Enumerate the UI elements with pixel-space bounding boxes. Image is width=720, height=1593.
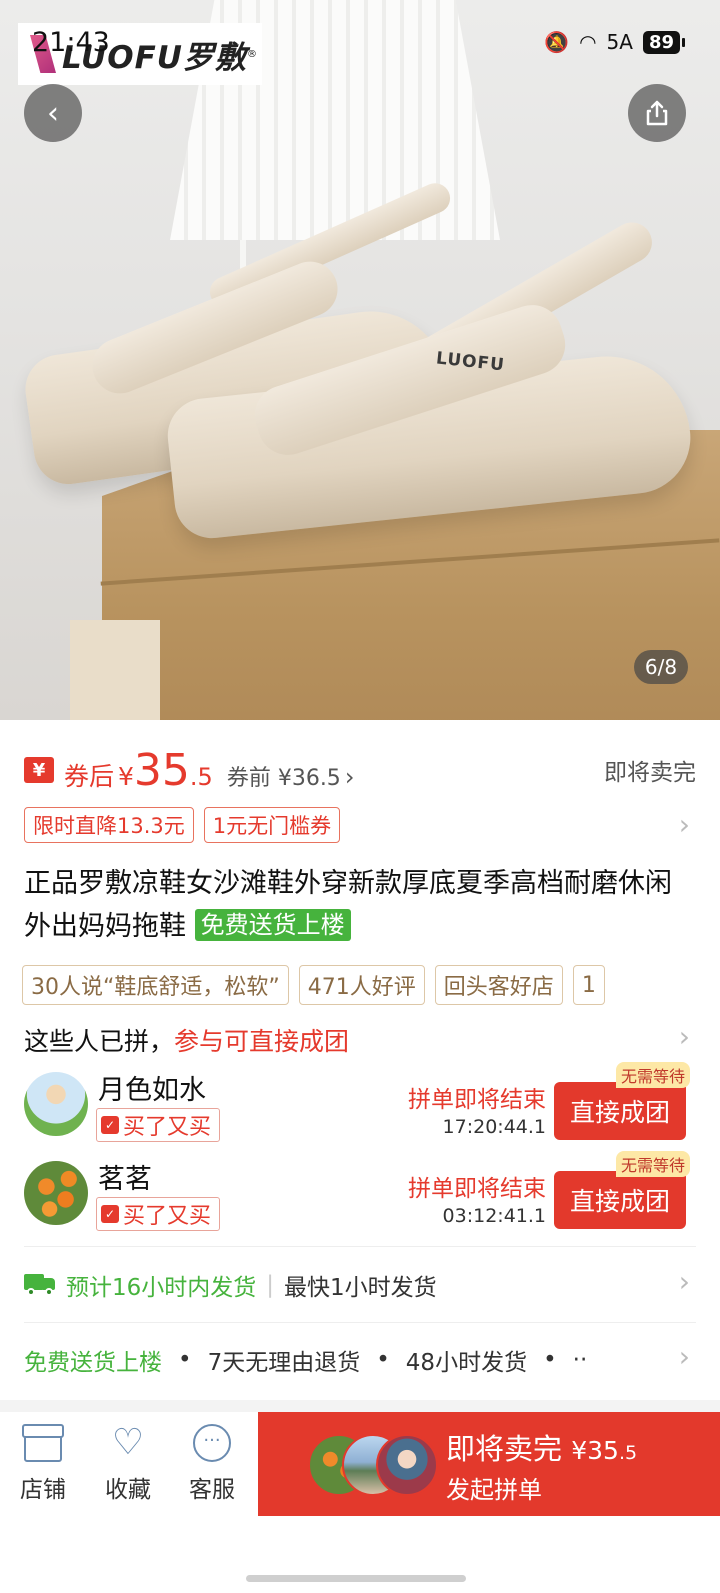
separator-dot: • [178,1347,192,1373]
avatar [24,1161,88,1225]
separator-dot: • [543,1347,557,1373]
join-group-button[interactable]: 直接成团 [554,1082,686,1140]
group-buy-heading-text: 这些人已拼， [24,1027,175,1056]
separator: | [266,1272,275,1298]
services-row[interactable]: 免费送货上楼 • 7天无理由退货 • 48小时发货 • ·· › [24,1338,696,1382]
box-corner [70,620,160,720]
rebuy-badge: ✓ 买了又买 [96,1197,221,1231]
group-member-row: 月色如水 ✓ 买了又买 拼单即将结束 17:20:44.1 直接成团 无需等待 [24,1062,696,1148]
divider [24,1246,696,1247]
start-group-buy-button[interactable]: 即将卖完 ¥35.5 发起拼单 [258,1412,720,1516]
buy-button-sub: 发起拼单 [446,1476,542,1504]
status-time: 21:43 [32,27,110,58]
favorite-button[interactable]: ♡ 收藏 [93,1424,163,1504]
share-icon [646,100,668,126]
favorite-label: 收藏 [105,1477,151,1503]
chevron-right-icon: › [678,1340,690,1373]
buy-button-main: 即将卖完 ¥35.5 [446,1426,637,1468]
image-counter: 6/8 [634,650,688,684]
review-tag[interactable]: 回头客好店 [434,965,563,1005]
back-arrow-icon: ‹ [47,95,59,131]
free-delivery-tag: 免费送货上楼 [194,909,351,941]
chevron-right-icon: › [678,808,690,841]
product-image[interactable]: LUOFU LUOFU罗敷 ® 21:43 🔕 ◠ 5A 89 ‹ 6/8 [0,0,720,720]
group-ending-label: 拼单即将结束 [408,1087,546,1113]
buy-price: ¥35 [571,1436,619,1465]
chevron-right-icon: › [344,763,355,791]
promo-row[interactable]: 限时直降13.3元 1元无门槛券 › [24,806,696,844]
divider [24,1322,696,1323]
price-decimal: .5 [189,763,213,791]
chat-icon: ··· [193,1424,231,1462]
shipping-fastest: 最快1小时发货 [284,1275,437,1301]
shop-icon [22,1424,64,1462]
back-button[interactable]: ‹ [24,84,82,142]
price-row: ¥ 券后 ¥ 35 .5 券前 ¥36.5 › 即将卖完 [24,745,696,796]
rebuy-label: 买了又买 [123,1204,212,1229]
group-timer: 03:12:41.1 [442,1205,546,1227]
no-wait-tag: 无需等待 [615,1062,690,1088]
promo-tag-coupon[interactable]: 1元无门槛券 [203,807,341,843]
truck-icon [24,1274,56,1296]
member-name: 月色如水 [98,1075,206,1106]
before-coupon-price[interactable]: 券前 ¥36.5 [227,760,341,792]
group-ending-label: 拼单即将结束 [408,1176,546,1202]
coupon-icon: ¥ [24,757,54,783]
shipping-row[interactable]: 预计16小时内发货 | 最快1小时发货 › [24,1263,696,1307]
review-tag[interactable]: 30人说“鞋底舒适，松软” [22,965,289,1005]
network-label: 5A [606,30,633,54]
buy-price-decimal: .5 [618,1442,638,1464]
shop-label: 店铺 [20,1477,66,1503]
group-member-row: 茗茗 ✓ 买了又买 拼单即将结束 03:12:41.1 直接成团 无需等待 [24,1151,696,1237]
status-icons: 🔕 ◠ 5A 89 [544,30,686,54]
group-buy-join-link: 参与可直接成团 [174,1027,350,1056]
promo-tag-discount[interactable]: 限时直降13.3元 [24,807,194,843]
battery-icon: 89 [642,30,686,54]
avatar [376,1434,438,1496]
member-name: 茗茗 [98,1164,152,1195]
group-timer: 17:20:44.1 [442,1116,546,1138]
customer-service-button[interactable]: ··· 客服 [177,1424,247,1504]
customer-service-label: 客服 [189,1477,235,1503]
bag-icon: ✓ [101,1205,119,1223]
brand-registered: ® [246,48,257,60]
chevron-right-icon: › [678,1265,690,1298]
rebuy-badge: ✓ 买了又买 [96,1108,221,1142]
sellout-status: 即将卖完 [604,760,696,786]
bag-icon: ✓ [101,1116,119,1134]
section-gap [0,1400,720,1412]
service-48h-shipping: 48小时发货 [405,1350,528,1376]
buy-status: 即将卖完 [446,1432,563,1466]
review-tag[interactable]: 471人好评 [298,965,425,1005]
shop-button[interactable]: 店铺 [8,1424,78,1504]
home-indicator[interactable] [246,1575,466,1582]
heart-icon: ♡ [111,1422,145,1463]
review-tag[interactable]: 1 [572,965,605,1005]
shipping-estimate: 预计16小时内发货 [66,1275,257,1301]
group-buy-heading[interactable]: 这些人已拼，参与可直接成团 › [24,1020,696,1062]
service-free-delivery: 免费送货上楼 [24,1350,162,1376]
avatar [24,1072,88,1136]
service-more: ·· [572,1347,588,1373]
no-wait-tag: 无需等待 [615,1151,690,1177]
separator-dot: • [376,1347,390,1373]
after-coupon-label: 券后 [64,762,115,791]
product-title: 正品罗敷凉鞋女沙滩鞋外穿新款厚底夏季高档耐磨休闲外出妈妈拖鞋 免费送货上楼 [24,862,696,948]
service-return: 7天无理由退货 [207,1350,361,1376]
bottom-action-bar: 店铺 ♡ 收藏 ··· 客服 即将卖完 ¥35.5 发起拼单 [0,1412,720,1522]
join-group-button[interactable]: 直接成团 [554,1171,686,1229]
wifi-icon: ◠ [579,30,597,54]
share-button[interactable] [628,84,686,142]
review-tags: 30人说“鞋底舒适，松软” 471人好评 回头客好店 1 [22,965,720,1005]
chevron-right-icon: › [678,1020,690,1053]
price-currency: ¥ [118,762,134,791]
rebuy-label: 买了又买 [123,1115,212,1140]
mute-icon: 🔕 [544,30,570,54]
buyer-avatars [308,1434,438,1496]
price-integer: 35 [133,745,190,796]
